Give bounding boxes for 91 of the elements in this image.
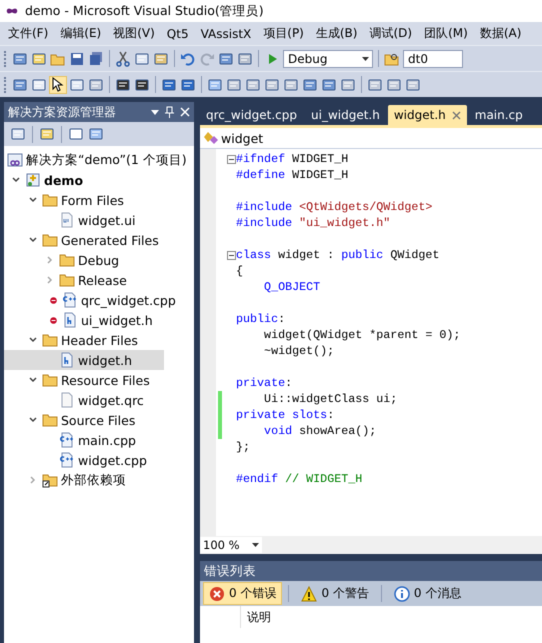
configuration-dropdown[interactable]: Debug [283,50,373,68]
cursor-tool-icon[interactable] [50,76,66,92]
panel-title: 解决方案资源管理器 [8,104,116,120]
code-line: void showArea(); [263,424,376,438]
code-line: #ifndef WIDGET_H [236,152,348,166]
tree-item[interactable]: 外部依赖项 [61,472,126,488]
class-icon [203,130,219,146]
warning-icon [301,586,318,602]
menu-item[interactable]: VAssistX [194,26,258,40]
info-icon [394,586,410,602]
menu-item[interactable]: 团队(M) [418,25,474,42]
dropdown-icon[interactable] [151,110,159,114]
folder-icon [59,272,75,288]
cpp-file-icon [59,452,75,468]
find-field[interactable]: dt0 [403,50,463,68]
tree-item[interactable]: widget.ui [78,212,136,228]
folder-icon [42,232,58,248]
header-file-icon [59,352,75,368]
tree-item[interactable]: Debug [78,252,120,268]
error-icon [209,586,225,602]
tree-item[interactable]: widget.cpp [78,452,147,468]
menu-item[interactable]: 生成(B) [310,25,364,42]
code-line: #include <QtWidgets/QWidget> [236,200,432,214]
tree-item[interactable]: Form Files [61,192,124,208]
menu-item[interactable]: 视图(V) [107,25,161,42]
code-line: Ui::widgetClass ui; [263,392,398,406]
tree-item[interactable]: Resource Files [61,372,150,388]
tree-item[interactable]: demo [44,172,84,188]
project-icon [25,172,41,188]
file-icon [59,392,75,408]
pin-icon[interactable] [165,106,174,118]
header-file-icon [62,312,78,328]
menu-item[interactable]: 调试(D) [363,25,418,42]
tree-item[interactable]: 解决方案“demo”(1 个项目) [26,152,187,168]
filter-button[interactable]: 0 个消息 [388,582,468,605]
file-tab[interactable]: main.cp [468,105,529,125]
cpp-file-icon [59,432,75,448]
code-line: widget(QWidget *parent = 0); [263,328,460,342]
menu-item[interactable]: 项目(P) [257,25,310,42]
dropdown-arrow-icon[interactable] [252,543,259,547]
window-title: demo - Microsoft Visual Studio(管理员) [25,2,264,20]
folder-icon [59,252,75,268]
tree-item[interactable]: Generated Files [61,232,159,248]
code-line: public: [236,312,286,326]
dropdown-arrow-icon[interactable] [362,56,369,60]
tree-item[interactable]: widget.qrc [78,392,144,408]
code-line: private: [236,376,292,390]
filter-button[interactable]: 0 个警告 [295,582,375,605]
solution-icon [7,152,23,168]
file-tab[interactable]: widget.h [388,105,467,125]
navigation-dropdown[interactable]: widget [221,130,264,146]
cpp-file-icon [62,292,78,308]
tree-item[interactable]: ui_widget.h [81,312,153,328]
collapse-icon[interactable] [227,250,236,260]
undo-icon[interactable] [180,50,196,66]
code-line: }; [236,440,250,454]
save-all-icon[interactable] [88,50,104,66]
code-line: { [236,264,244,278]
folder-shortcut-icon [42,472,58,488]
code-line: #endif // WIDGET_H [236,472,362,486]
panel-title: 错误列表 [204,562,256,580]
menu-item[interactable]: Qt5 [160,26,195,40]
tree-item[interactable]: Source Files [61,412,136,428]
ui-file-icon [59,212,75,228]
tree-item[interactable]: Header Files [61,332,138,348]
filter-button[interactable]: 0 个错误 [203,582,282,605]
tree-item[interactable]: qrc_widget.cpp [81,292,176,308]
tree-item[interactable]: main.cpp [78,432,136,448]
file-tab[interactable]: qrc_widget.cpp [200,105,304,125]
collapse-icon[interactable] [227,154,236,164]
code-line: Q_OBJECT [263,280,320,294]
zoom-dropdown[interactable]: 100 % [200,537,262,553]
folder-icon [42,332,58,348]
menu-item[interactable]: 数据(A) [474,25,528,42]
app-logo-icon [4,6,20,16]
folder-icon [42,192,58,208]
code-line: #include "ui_widget.h" [236,216,390,230]
close-icon[interactable] [452,110,461,120]
column-header[interactable]: 说明 [247,608,271,626]
tree-item[interactable]: Release [78,272,127,288]
folder-icon [42,372,58,388]
menu-item[interactable]: 编辑(E) [54,25,108,42]
menu-item[interactable]: 文件(F) [2,25,54,42]
cut-icon[interactable] [115,50,131,66]
code-line: private slots: [236,408,334,422]
code-line: #define WIDGET_H [236,168,348,182]
folder-icon [42,412,58,428]
code-line: class widget : public QWidget [236,248,440,262]
file-tab[interactable]: ui_widget.h [305,105,386,125]
save-icon[interactable] [69,50,85,66]
code-line: ~widget(); [263,344,334,358]
